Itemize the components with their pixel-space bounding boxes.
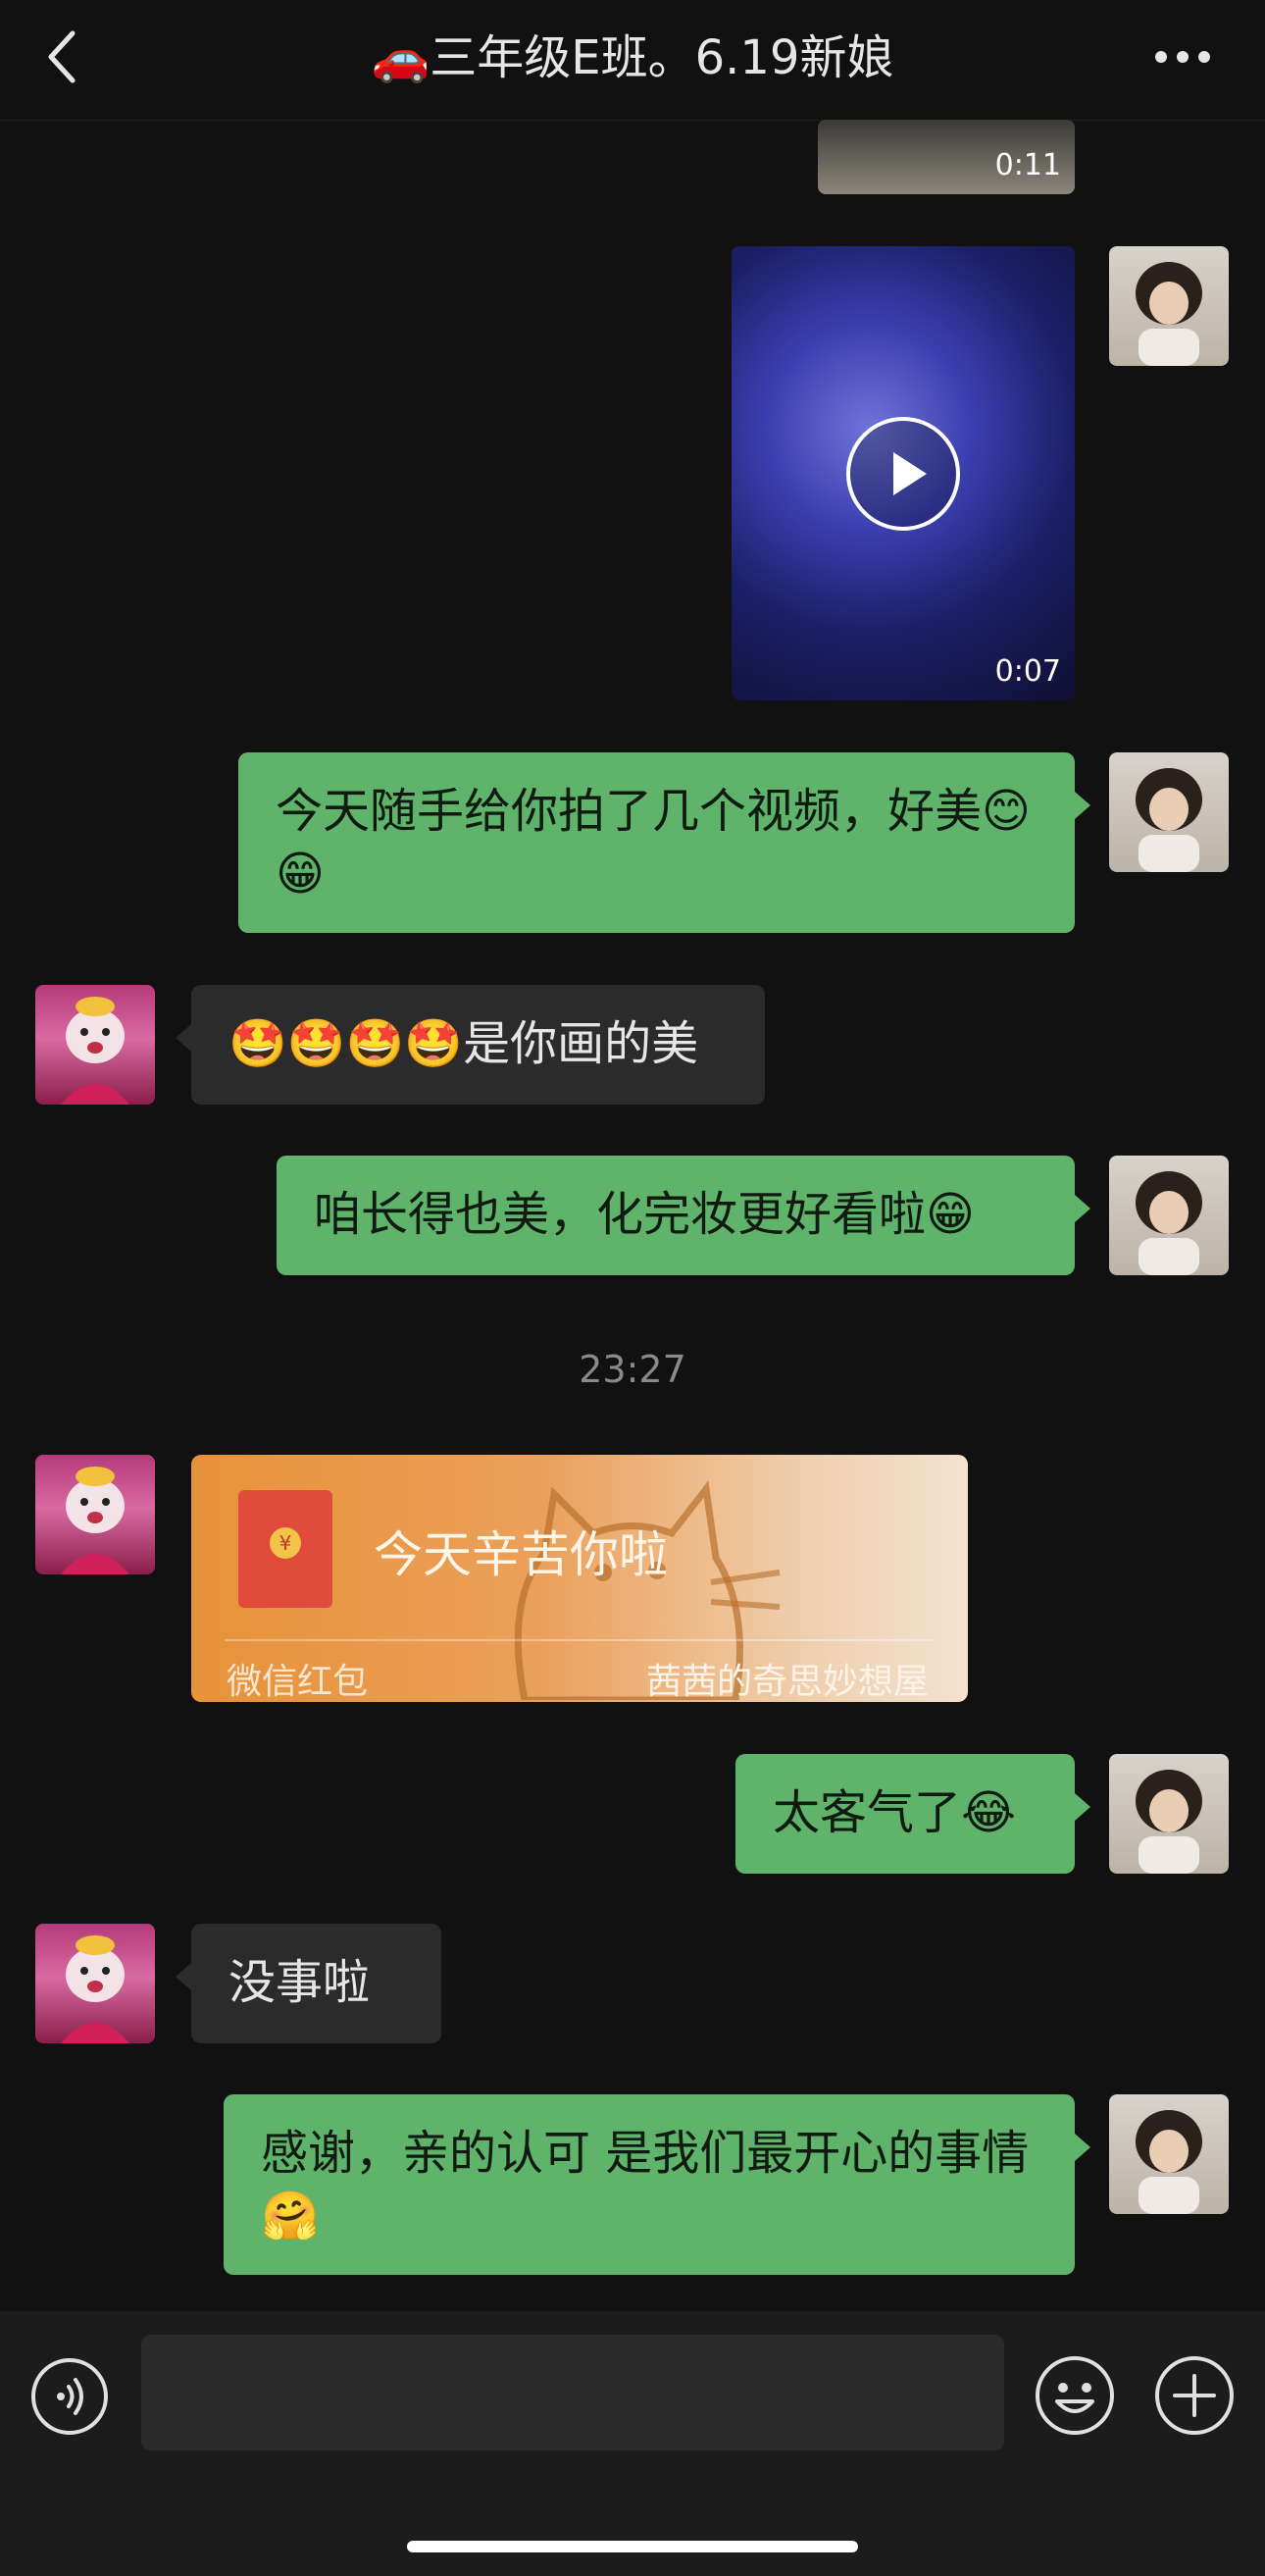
more-button[interactable] [1152,35,1213,78]
red-packet-label: 微信红包 [227,1662,369,1702]
video-message[interactable]: 0:11 [818,120,1075,194]
avatar[interactable] [35,1924,155,2043]
avatar[interactable] [35,985,155,1105]
more-dots-icon [1155,51,1210,63]
friend-message-bubble[interactable]: 没事啦 [176,1924,441,2043]
video-duration: 0:07 [994,654,1061,689]
avatar[interactable] [35,1455,155,1574]
message-text: 🤩🤩🤩🤩是你画的美 [228,1016,699,1071]
toddler-photo-icon [1136,2110,1202,2214]
my-message-bubble[interactable]: 咱长得也美，化完妆更好看啦😁 [277,1156,1090,1275]
play-icon[interactable] [846,416,960,531]
red-packet-greeting: 今天辛苦你啦 [374,1526,668,1583]
message-text: 咱长得也美，化完妆更好看啦😁 [314,1187,976,1242]
toddler-photo-icon [1136,1770,1202,1874]
avatar[interactable] [1109,752,1229,872]
video-duration: 0:11 [994,148,1061,182]
message-text: 太客气了😂 [773,1785,1017,1840]
red-packet-brand: 茜茜的奇思妙想屋 [645,1662,929,1702]
my-message-bubble[interactable]: 感谢，亲的认可 是我们最开心的事情🤗 [224,2094,1090,2275]
message-text: 没事啦 [228,1955,371,2010]
red-envelope-icon: ¥ [238,1490,332,1608]
chat-title: 🚗三年级E班。6.19新娘 [371,30,894,85]
divider [225,1639,935,1641]
toddler-photo-icon [1136,262,1202,366]
timestamp: 23:27 [579,1348,686,1391]
plus-button[interactable] [1153,2354,1236,2437]
avatar[interactable] [1109,1754,1229,1874]
emoji-icon [1036,2356,1114,2435]
avatar[interactable] [1109,246,1229,366]
cartoon-character-icon [61,997,129,1105]
avatar[interactable] [1109,1156,1229,1275]
toddler-photo-icon [1136,1171,1202,1275]
voice-icon [31,2358,108,2435]
emoji-button[interactable] [1034,2354,1116,2437]
friend-message-bubble[interactable]: 🤩🤩🤩🤩是你画的美 [176,985,765,1105]
my-message-bubble[interactable]: 今天随手给你拍了几个视频，好美😊😁 [238,752,1090,933]
message-text: 感谢，亲的认可 是我们最开心的事情🤗 [261,2126,1030,2243]
home-indicator[interactable] [407,2541,858,2552]
coin-icon: ¥ [270,1527,301,1559]
video-message[interactable]: 0:07 [732,246,1075,700]
message-input[interactable] [141,2335,1004,2450]
voice-button[interactable] [29,2356,110,2437]
message-text: 今天随手给你拍了几个视频，好美😊😁 [276,784,1032,902]
toddler-photo-icon [1136,768,1202,872]
cartoon-character-icon [61,1467,129,1574]
plus-icon [1155,2356,1234,2435]
my-message-bubble[interactable]: 太客气了😂 [735,1754,1090,1874]
cartoon-character-icon [61,1935,129,2043]
avatar[interactable] [1109,2094,1229,2214]
red-packet-message[interactable]: ¥ 今天辛苦你啦 微信红包 茜茜的奇思妙想屋 [191,1455,968,1702]
